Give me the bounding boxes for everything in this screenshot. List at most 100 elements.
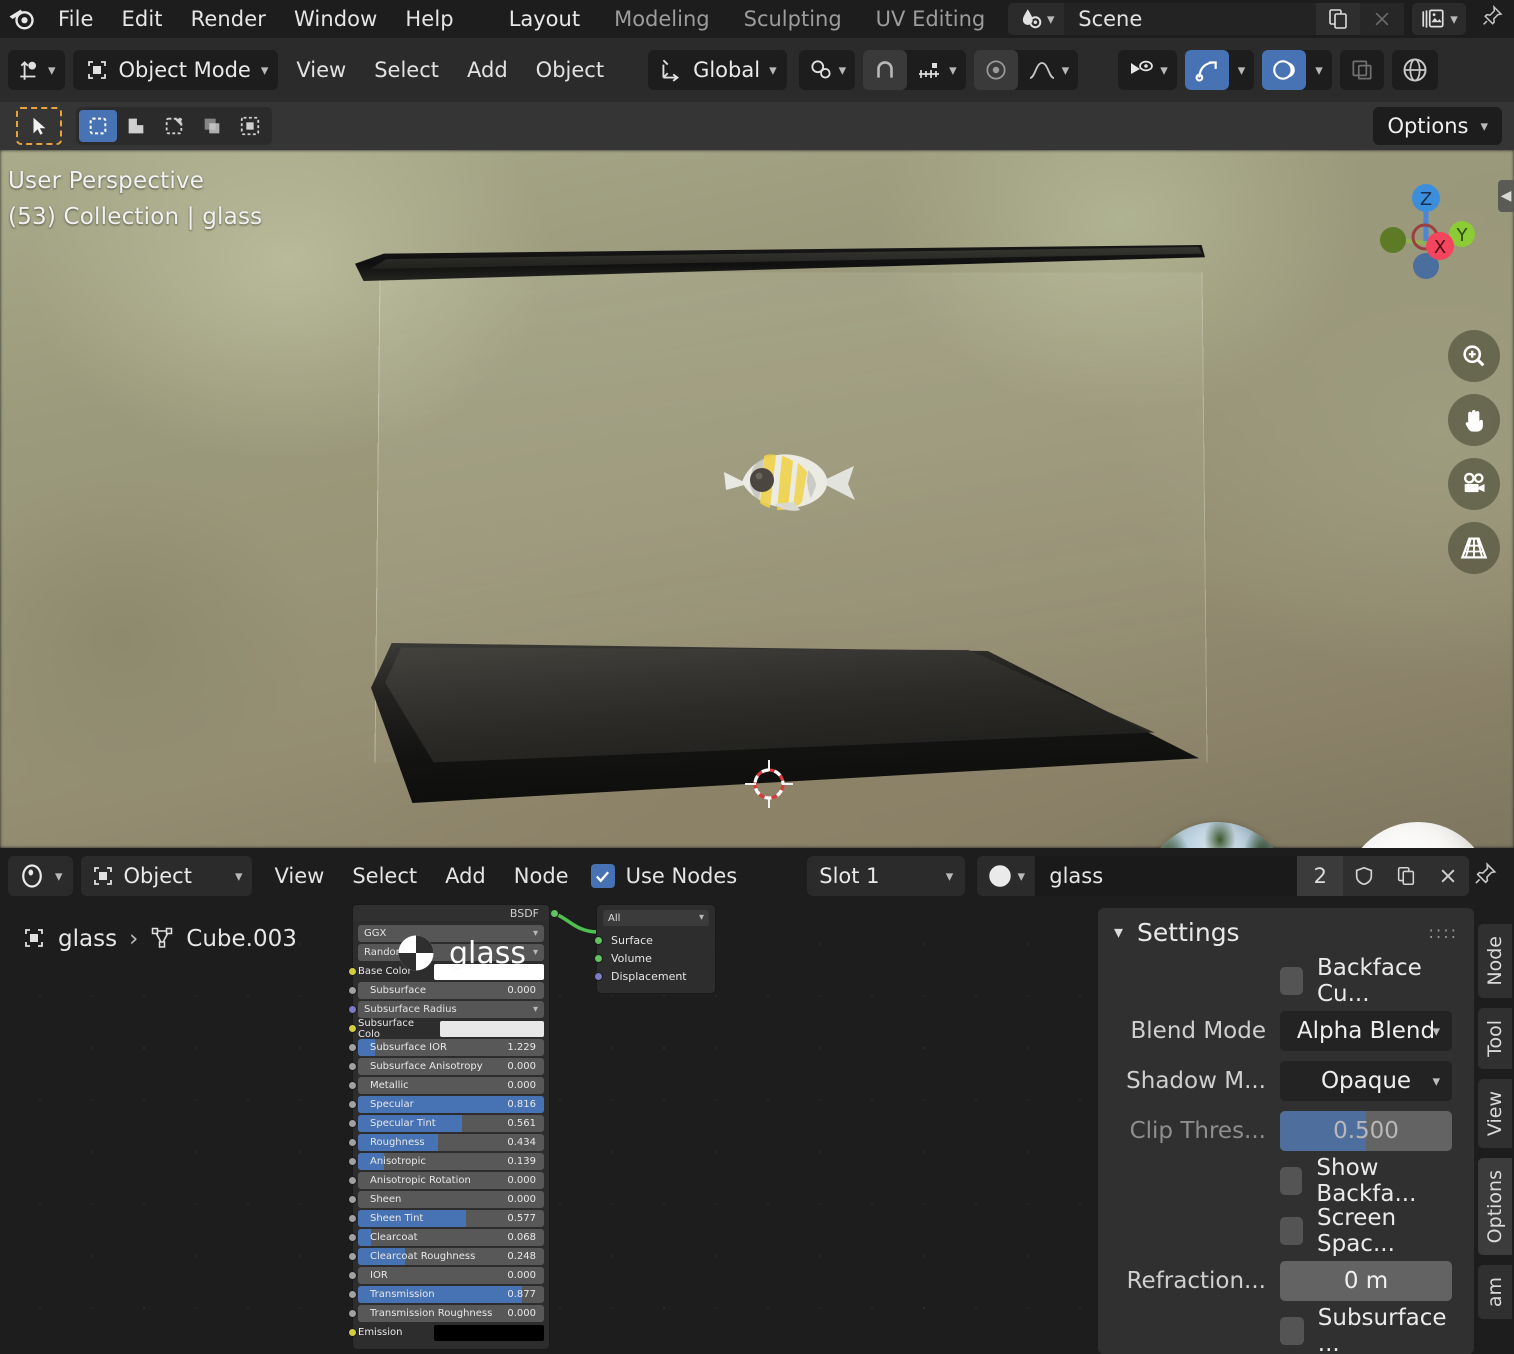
bsdf-socket-dot[interactable] (348, 1309, 357, 1318)
setting-checkbox[interactable]: Screen Spac... (1280, 1205, 1452, 1257)
active-tool-tweak-button[interactable] (16, 107, 62, 145)
checkbox-box-icon[interactable] (1280, 1317, 1304, 1345)
bsdf-socket-dot[interactable] (348, 1176, 357, 1185)
unlink-material-icon[interactable] (1427, 856, 1470, 896)
bsdf-socket-dot[interactable] (348, 1024, 357, 1033)
bsdf-socket-dot[interactable] (348, 1081, 357, 1090)
setting-checkbox[interactable]: Backface Cu... (1280, 955, 1452, 1007)
output-input-socket[interactable] (594, 935, 603, 945)
interaction-mode-selector[interactable]: Object Mode ▾ (72, 50, 279, 90)
select-subtract-icon[interactable] (155, 110, 193, 142)
bsdf-socket-dot[interactable] (348, 1252, 357, 1261)
editor-type-3d-viewport-icon[interactable]: ▾ (8, 50, 65, 90)
material-user-count[interactable]: 2 (1297, 856, 1344, 896)
shader-node-editor[interactable]: glass › Cube.003 BSDF GGX ▾ Random Walk … (0, 904, 1090, 1354)
workspace-tab-uv-editing[interactable]: UV Editing (859, 0, 1003, 38)
bsdf-socket-slider[interactable]: Roughness 0.434 (348, 1134, 544, 1151)
show-overlays-icon[interactable] (1262, 50, 1307, 90)
output-node-input[interactable]: Displacement (594, 967, 709, 985)
output-node-input[interactable]: Surface (594, 931, 709, 949)
show-gizmo-eye-icon[interactable]: ▾ (1118, 50, 1177, 90)
bsdf-socket-slider[interactable]: Transmission Roughness 0.000 (348, 1305, 544, 1322)
bsdf-socket-dot[interactable] (348, 1328, 357, 1337)
falloff-curve-icon[interactable]: ▾ (1018, 50, 1079, 90)
shader-type-selector[interactable]: Object ▾ (80, 856, 253, 896)
bsdf-socket-slider[interactable]: Transmission 0.877 (348, 1286, 544, 1303)
fish-object[interactable] (712, 432, 862, 532)
output-input-socket[interactable] (594, 953, 603, 963)
checkbox-box-icon[interactable] (1280, 1167, 1303, 1195)
bsdf-socket-slider[interactable]: Subsurface IOR 1.229 (348, 1039, 544, 1056)
bsdf-color-swatch[interactable] (434, 1324, 544, 1341)
gizmo-options-chevron-icon[interactable]: ▾ (1229, 50, 1255, 90)
checkbox-box-icon[interactable] (1280, 967, 1303, 995)
shader-menu-select[interactable]: Select (338, 864, 431, 888)
bsdf-socket-dot[interactable] (348, 1195, 357, 1204)
material-datablock-field[interactable]: ▾ glass 2 (977, 856, 1470, 896)
new-scene-button[interactable] (1316, 3, 1361, 35)
viewport-visibility-group[interactable]: ▾ (1118, 50, 1177, 90)
bsdf-socket-slider[interactable]: Clearcoat 0.068 (348, 1229, 544, 1246)
sidebar-tab-node[interactable]: Node (1478, 924, 1512, 998)
menu-window[interactable]: Window (280, 0, 391, 38)
proportional-editing-group[interactable]: ▾ (973, 50, 1079, 90)
view-layer-selector[interactable]: ▾ (1412, 3, 1466, 35)
select-set-new-icon[interactable] (79, 110, 117, 142)
bsdf-socket-dot[interactable] (348, 1271, 357, 1280)
bsdf-socket-slider[interactable]: Clearcoat Roughness 0.248 (348, 1248, 544, 1265)
bsdf-socket-slider[interactable]: IOR 0.000 (348, 1267, 544, 1284)
shading-rendered-icon[interactable] (1392, 50, 1438, 90)
setting-select[interactable]: Alpha Blend ▾ (1280, 1011, 1452, 1051)
bsdf-socket-slider[interactable]: Anisotropic 0.139 (348, 1153, 544, 1170)
transform-orientation-selector[interactable]: Global ▾ (648, 50, 787, 90)
material-output-node[interactable]: All ▾ Surface Volume Displacement (594, 904, 716, 994)
snap-increment-icon[interactable]: ▾ (907, 50, 966, 90)
new-material-copy-icon[interactable] (1385, 856, 1428, 896)
bsdf-socket-slider[interactable]: Sheen Tint 0.577 (348, 1210, 544, 1227)
use-nodes-checkbox[interactable] (590, 864, 615, 888)
bsdf-socket-dot[interactable] (348, 1100, 357, 1109)
shader-menu-add[interactable]: Add (431, 864, 500, 888)
sidebar-tab-am[interactable]: am (1478, 1264, 1512, 1320)
shader-menu-node[interactable]: Node (500, 864, 583, 888)
bsdf-socket-color[interactable]: Subsurface Colo (348, 1018, 544, 1040)
scene-name-field[interactable]: Scene (1064, 3, 1317, 35)
bsdf-socket-color[interactable]: Emission (348, 1324, 544, 1341)
sidebar-tab-options[interactable]: Options (1478, 1157, 1512, 1255)
viewport-menu-select[interactable]: Select (360, 58, 453, 82)
shader-sidebar-panel[interactable]: ▾ Settings :::: Backface Cu... Blend Mode… (1098, 908, 1474, 1354)
viewport-nav-buttons[interactable] (1448, 330, 1500, 574)
viewport-menu-add[interactable]: Add (453, 58, 522, 82)
gizmos-toggle-group[interactable]: ▾ (1184, 50, 1255, 90)
bsdf-socket-dropdown[interactable]: Subsurface Radius ▾ (348, 1001, 544, 1018)
shader-header-pin-icon[interactable] (1472, 861, 1506, 891)
fake-user-shield-icon[interactable] (1343, 856, 1386, 896)
select-extend-icon[interactable] (117, 110, 155, 142)
bsdf-socket-slider[interactable]: Specular 0.816 (348, 1096, 544, 1113)
3d-viewport[interactable]: User Perspective (53) Collection | glass (0, 150, 1514, 848)
overlays-toggle-group[interactable]: ▾ (1262, 50, 1332, 90)
select-intersect-icon[interactable] (193, 110, 231, 142)
bsdf-socket-dot[interactable] (348, 1005, 357, 1014)
sidebar-tab-tool[interactable]: Tool (1478, 1007, 1512, 1069)
move-view-hand-icon[interactable] (1448, 394, 1500, 446)
menu-file[interactable]: File (44, 0, 108, 38)
bsdf-socket-slider[interactable]: Specular Tint 0.561 (348, 1115, 544, 1132)
toggle-perspective-grid-icon[interactable] (1448, 522, 1500, 574)
viewport-options-button[interactable]: Options ▾ (1373, 107, 1502, 145)
bsdf-socket-dot[interactable] (348, 967, 357, 976)
overlay-options-chevron-icon[interactable]: ▾ (1306, 50, 1332, 90)
pivot-point-selector[interactable]: ▾ (798, 50, 856, 90)
blender-logo-icon[interactable] (0, 0, 44, 38)
bsdf-socket-dot[interactable] (348, 1290, 357, 1299)
setting-checkbox[interactable]: Show Backfa... (1280, 1155, 1452, 1207)
settings-panel-header[interactable]: ▾ Settings :::: (1098, 908, 1474, 956)
viewport-menu-view[interactable]: View (282, 58, 360, 82)
menu-edit[interactable]: Edit (108, 0, 177, 38)
bsdf-output-socket[interactable] (550, 909, 559, 918)
panel-drag-grip-icon[interactable]: :::: (1428, 923, 1458, 942)
sidebar-tab-view[interactable]: View (1478, 1078, 1512, 1148)
viewport-menu-object[interactable]: Object (522, 58, 618, 82)
menu-render[interactable]: Render (177, 0, 280, 38)
camera-view-icon[interactable] (1448, 458, 1500, 510)
